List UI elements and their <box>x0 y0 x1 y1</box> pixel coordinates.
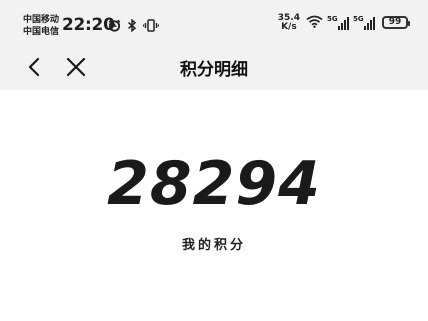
wifi-icon <box>306 13 323 32</box>
carrier-names: 中国移动 中国电信 <box>23 14 59 38</box>
sim1-network-tag: 5G <box>327 14 338 23</box>
vibrate-icon <box>143 17 159 36</box>
net-speed: 35.4 K/s <box>278 13 300 32</box>
points-label: 我的积分 <box>181 238 246 253</box>
carrier-1: 中国移动 <box>23 15 60 25</box>
alarm-icon <box>108 17 121 36</box>
bluetooth-icon <box>127 17 137 36</box>
signal-icon: 5G <box>353 15 375 31</box>
battery-icon: 99 <box>382 16 410 29</box>
status-time: 22:20 <box>62 15 115 35</box>
signal-icon: 5G <box>327 15 349 31</box>
battery-level: 99 <box>388 17 402 27</box>
nav-bar: 积分明细 <box>0 44 428 90</box>
carrier-2: 中国电信 <box>23 27 60 37</box>
status-icons-right: 35.4 K/s 5G 5G 99 <box>278 13 410 32</box>
net-speed-unit: K/s <box>281 21 297 32</box>
status-icons-left <box>108 17 159 36</box>
page-title: 积分明细 <box>180 60 248 80</box>
sim2-network-tag: 5G <box>353 14 364 23</box>
status-bar: 中国移动 中国电信 22:20 35.4 K/s 5G 5G 99 <box>0 0 428 44</box>
points-total: 28294 <box>107 149 321 219</box>
